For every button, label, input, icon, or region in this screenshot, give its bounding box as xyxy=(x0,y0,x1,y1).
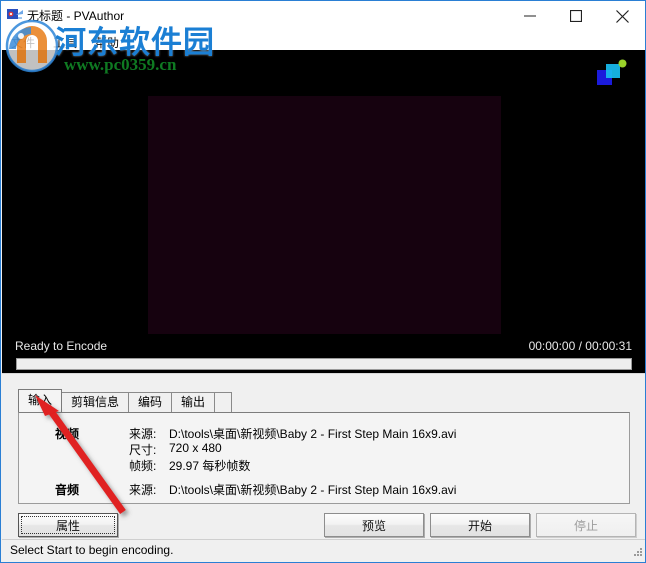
pvauthor-brand-icon xyxy=(596,59,628,87)
video-source-value: D:\tools\桌面\新视频\Baby 2 - First Step Main… xyxy=(169,427,457,441)
tab-output[interactable]: 输出 xyxy=(171,392,216,412)
input-info-panel: 视频 来源: D:\tools\桌面\新视频\Baby 2 - First St… xyxy=(18,412,630,504)
start-button[interactable]: 开始 xyxy=(430,513,530,537)
tab-encode[interactable]: 编码 xyxy=(128,392,173,412)
close-button[interactable] xyxy=(599,1,645,31)
stop-button-label: 停止 xyxy=(573,518,598,533)
lower-client-area: 输入 剪辑信息 编码 输出 视频 来源: D:\tools\桌面\新视频\Bab… xyxy=(2,373,645,543)
stop-button: 停止 xyxy=(536,513,636,537)
audio-source-value: D:\tools\桌面\新视频\Baby 2 - First Step Main… xyxy=(169,483,457,497)
window-title: 无标题 - PVAuthor xyxy=(27,9,125,23)
status-bar-message: Select Start to begin encoding. xyxy=(10,543,174,557)
video-size-key: 尺寸: xyxy=(129,443,157,457)
close-icon xyxy=(615,9,629,23)
video-frame[interactable] xyxy=(148,96,501,334)
tab-strip-filler xyxy=(214,392,233,412)
pvauthor-window: 无标题 - PVAuthor 文件 工具 帮助 Ready to Encode … xyxy=(0,0,646,563)
window-controls xyxy=(507,1,645,31)
status-bar: Select Start to begin encoding. xyxy=(2,539,645,561)
tab-input[interactable]: 输入 xyxy=(18,389,63,412)
title-bar: 无标题 - PVAuthor xyxy=(1,1,645,31)
preview-button[interactable]: 预览 xyxy=(324,513,424,537)
video-section-label: 视频 xyxy=(55,427,80,441)
tab-clip-info[interactable]: 剪辑信息 xyxy=(61,392,130,412)
focus-outline xyxy=(21,516,115,534)
maximize-button[interactable] xyxy=(553,1,599,31)
video-framerate-key: 帧频: xyxy=(129,459,157,473)
video-preview-pane[interactable]: Ready to Encode 00:00:00 / 00:00:31 xyxy=(2,50,645,373)
video-framerate-value: 29.97 每秒帧数 xyxy=(169,459,251,473)
start-button-label: 开始 xyxy=(467,518,492,533)
minimize-button[interactable] xyxy=(507,1,553,31)
preview-button-label: 预览 xyxy=(361,518,386,533)
audio-section-label: 音频 xyxy=(55,483,80,497)
encode-progress-bar xyxy=(16,358,632,370)
audio-source-key: 来源: xyxy=(129,483,157,497)
tab-strip: 输入 剪辑信息 编码 输出 xyxy=(18,389,233,412)
encode-status-text: Ready to Encode xyxy=(15,339,108,353)
menu-bar: 文件 工具 帮助 xyxy=(1,31,645,50)
video-size-value: 720 x 480 xyxy=(169,441,222,455)
maximize-icon xyxy=(570,10,582,22)
properties-button[interactable]: 属性 xyxy=(18,513,118,537)
resize-grip-icon[interactable] xyxy=(629,545,643,559)
video-source-key: 来源: xyxy=(129,427,157,441)
encode-time-display: 00:00:00 / 00:00:31 xyxy=(528,339,632,353)
pvauthor-app-icon xyxy=(7,8,23,22)
minimize-icon xyxy=(524,10,536,22)
